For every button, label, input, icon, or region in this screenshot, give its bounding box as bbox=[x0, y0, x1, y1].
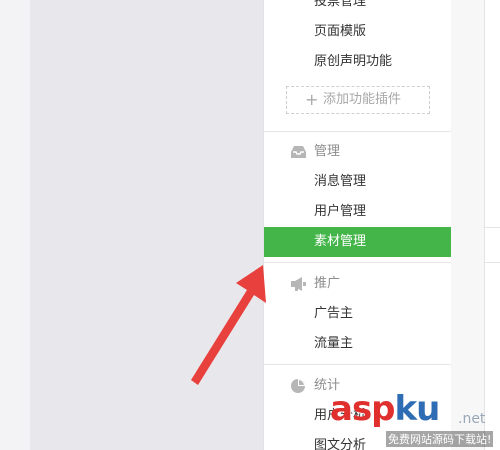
megaphone-icon bbox=[291, 277, 306, 291]
watermark-domain: .net bbox=[458, 411, 486, 427]
divider bbox=[264, 131, 452, 132]
sidebar-item-message-manage[interactable]: 消息管理 bbox=[264, 167, 452, 197]
sidebar-item-page-template[interactable]: 页面模版 bbox=[264, 17, 452, 47]
divider bbox=[484, 262, 500, 263]
divider bbox=[264, 364, 452, 365]
sidebar-item-user-manage[interactable]: 用户管理 bbox=[264, 197, 452, 227]
watermark: aspku .net 免费网站源码下载站! bbox=[330, 389, 500, 450]
sidebar-item-publisher[interactable]: 流量主 bbox=[264, 329, 452, 359]
left-panel bbox=[0, 0, 30, 450]
screen: 投票管理 页面模版 原创声明功能 + 添加功能插件 管理 消息管理 用户管理 素… bbox=[0, 0, 500, 450]
watermark-logo: aspku bbox=[330, 389, 440, 429]
section-title-manage: 管理 bbox=[264, 137, 452, 167]
sidebar-item-original-declaration[interactable]: 原创声明功能 bbox=[264, 47, 452, 77]
sidebar-item-advertiser[interactable]: 广告主 bbox=[264, 299, 452, 329]
sidebar-item-material-manage[interactable]: 素材管理 bbox=[264, 227, 452, 257]
inbox-icon bbox=[291, 146, 306, 158]
content-background bbox=[30, 0, 263, 450]
content-card-edge bbox=[484, 0, 500, 450]
divider bbox=[484, 227, 500, 228]
section-title-promotion: 推广 bbox=[264, 269, 452, 299]
sidebar-item-vote[interactable]: 投票管理 bbox=[264, 0, 452, 17]
add-plugin-label: 添加功能插件 bbox=[323, 92, 402, 107]
sidebar: 投票管理 页面模版 原创声明功能 + 添加功能插件 管理 消息管理 用户管理 素… bbox=[263, 0, 452, 450]
divider bbox=[264, 262, 452, 263]
plus-icon: + bbox=[305, 90, 319, 109]
watermark-tagline: 免费网站源码下载站! bbox=[386, 431, 494, 447]
section-label: 管理 bbox=[314, 144, 341, 159]
pie-chart-icon bbox=[291, 379, 305, 393]
add-plugin-button[interactable]: + 添加功能插件 bbox=[286, 86, 430, 114]
section-label: 推广 bbox=[314, 276, 341, 291]
